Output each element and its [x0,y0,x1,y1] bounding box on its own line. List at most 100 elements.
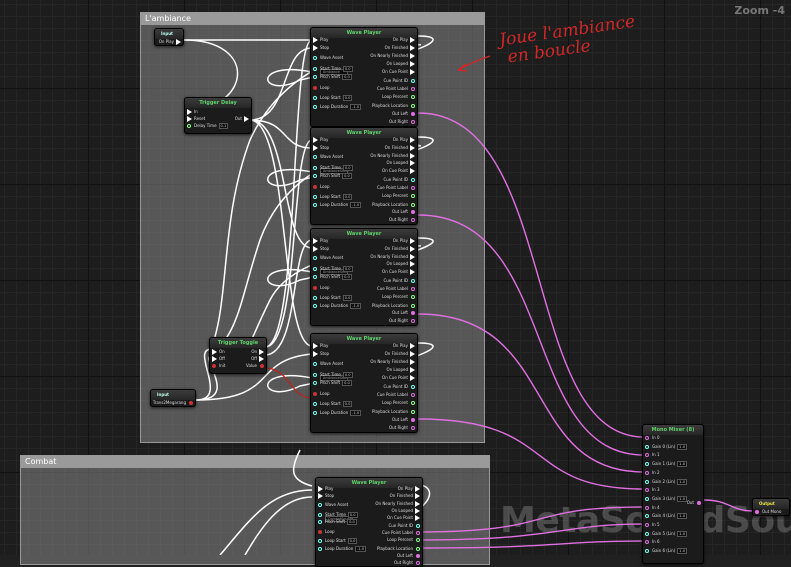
output-pin[interactable]: Cue Point Label [377,286,415,292]
wave-player-node[interactable]: Wave PlayerPlayStopWave AssetAmbianceSec… [310,228,418,326]
input-pin[interactable]: Pitch Shift 0.0 [318,519,357,525]
output-pin[interactable]: On Nearly Finished [375,501,420,507]
output-pin[interactable]: On Finished [385,246,415,252]
input-pin[interactable]: Play [313,343,328,349]
pitch-shift-value[interactable]: 0.0 [342,173,352,179]
output-pin[interactable]: On [251,349,264,355]
output-node[interactable]: Output Out Mono [752,498,790,516]
loop-duration-value[interactable]: -1.0 [350,303,362,309]
input-pin[interactable]: In 0 [645,435,660,441]
output-pin[interactable]: Cue Point Label [382,530,420,536]
wave-player-node[interactable]: Wave Player Play Stop Wave Asset Ambiance Sta… [310,27,418,127]
output-pin[interactable]: Out Left [392,111,415,117]
gain-value[interactable]: 1.0 [677,495,687,502]
input-pin[interactable]: Gain 1 (Lin) 1.0 [645,461,687,468]
input-pin[interactable]: Loop [313,391,330,397]
wave-player-node[interactable]: Wave PlayerPlayStopWave AssetAmbianceSec… [310,127,418,225]
output-pin[interactable]: Out Right [394,560,420,566]
input-pin[interactable]: Loop Start 0.0 [313,194,353,200]
output-pin[interactable]: On Play [393,343,415,349]
output-pin[interactable]: Out [235,116,249,122]
output-pin[interactable]: Playback Location [372,103,415,109]
input-pin[interactable]: In 2 [645,470,660,476]
output-pin[interactable]: On Play [159,39,181,45]
output-pin[interactable]: Loop Percent [387,537,420,543]
output-pin[interactable]: On Play [393,137,415,143]
output-pin[interactable]: Cue Point ID [383,78,415,84]
loop-duration-value[interactable]: -1.0 [350,202,362,208]
output-pin[interactable]: On Nearly Finished [370,153,415,159]
output-pin[interactable]: Out Left [392,209,415,215]
loop-duration-value[interactable]: -1.0 [355,546,367,552]
output-pin[interactable]: On Cue Point [382,168,415,174]
input-pin[interactable]: Pitch Shift 0.0 [313,74,352,80]
input-pin[interactable]: Play [318,486,333,492]
output-pin[interactable]: On Looped [386,160,415,166]
output-pin[interactable]: Out Right [389,217,415,223]
input-pin[interactable]: Init [212,363,225,369]
output-pin[interactable]: Out Left [392,310,415,316]
output-pin[interactable]: On Finished [390,493,420,499]
input-pin[interactable]: Start Time 0.0 [313,165,353,171]
input-pin[interactable]: Loop [313,85,330,91]
output-pin[interactable]: On Finished [385,145,415,151]
output-pin[interactable]: Cue Point ID [383,177,415,183]
output-pin[interactable]: Trans2Megarang [153,400,193,406]
output-pin[interactable]: Playback Location [372,409,415,415]
output-pin[interactable]: Out Right [389,318,415,324]
input-pin[interactable]: In 5 [645,522,660,528]
output-pin[interactable]: Out Right [389,119,415,125]
input-pin[interactable]: Out Mono [755,509,781,515]
loop-duration-value[interactable]: -1.0 [350,410,362,416]
input-pin[interactable]: Off [212,356,225,362]
input-pin[interactable]: Loop Start 0.0 [313,401,353,407]
input-pin[interactable]: Loop Start 0.0 [313,95,353,101]
input-pin[interactable]: Start Time 0.0 [313,372,353,378]
gain-value[interactable]: 1.0 [677,530,687,537]
loop-start-value[interactable]: 0.0 [342,194,353,200]
gain-value[interactable]: 1.0 [677,548,687,555]
output-pin[interactable]: On Play [393,37,415,43]
input-pin[interactable]: Loop [318,529,335,535]
output-pin[interactable]: Loop Percent [382,294,415,300]
wave-player-node[interactable]: Wave Player Play Stop Wave Asset AmbianceSto… [310,333,418,433]
loop-start-value[interactable]: 0.0 [342,295,353,301]
output-pin[interactable]: Out [687,500,701,506]
gain-value[interactable]: 1.0 [677,478,687,485]
input-pin[interactable]: Pitch Shift 0.0 [313,173,352,179]
output-pin[interactable]: On Looped [386,367,415,373]
pitch-shift-value[interactable]: 0.0 [342,74,352,80]
output-pin[interactable]: Value [246,363,264,369]
output-pin[interactable]: On Play [398,486,420,492]
input-pin[interactable]: Gain 3 (Lin) 1.0 [645,495,687,502]
output-pin[interactable]: Cue Point ID [383,384,415,390]
pitch-shift-value[interactable]: 0.0 [342,380,352,386]
input-pin[interactable]: Gain 5 (Lin) 1.0 [645,530,687,537]
input-pin[interactable]: Gain 2 (Lin) 1.0 [645,478,687,485]
input-pin[interactable]: Loop [313,285,330,291]
input-pin[interactable]: In 6 [645,539,660,545]
output-pin[interactable]: On Cue Point [382,375,415,381]
output-pin[interactable]: Loop Percent [382,400,415,406]
output-pin[interactable]: Cue Point Label [377,392,415,398]
input-pin[interactable]: Gain 4 (Lin) 1.0 [645,513,687,520]
output-pin[interactable]: On Finished [385,351,415,357]
input-pin[interactable]: Loop Duration -1.0 [318,546,367,552]
output-pin[interactable]: Cue Point Label [377,86,415,92]
gain-value[interactable]: 1.0 [677,443,687,450]
output-pin[interactable]: Loop Percent [382,94,415,100]
start-time-value[interactable]: 0.0 [347,512,358,518]
loop-start-value[interactable]: 0.0 [342,95,353,101]
start-time-value[interactable]: 0.0 [342,66,353,72]
input-pin[interactable]: Stop [313,145,329,151]
input-node-on-play[interactable]: Input On Play [154,28,184,46]
output-pin[interactable]: Out Left [397,553,420,559]
input-pin[interactable]: Delay Time 0.1 [187,123,229,129]
pitch-shift-value[interactable]: 0.0 [347,519,357,525]
delay-time-value[interactable]: 0.1 [218,123,229,129]
input-pin[interactable]: Start Time 0.0 [318,512,358,518]
input-pin[interactable]: Start Time 0.0 [313,66,353,72]
output-pin[interactable]: Out Left [392,417,415,423]
output-pin[interactable]: Loop Percent [382,193,415,199]
output-pin[interactable]: On Looped [391,508,420,514]
